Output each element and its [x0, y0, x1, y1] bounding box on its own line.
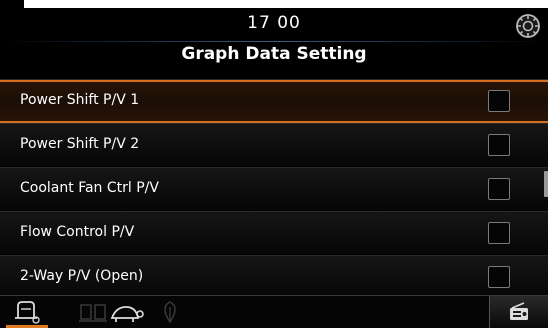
list-item-label: Power Shift P/V 2 — [20, 136, 140, 152]
checkbox[interactable] — [488, 90, 510, 112]
header-bar: 17 00 — [0, 8, 548, 42]
graph-data-list: Power Shift P/V 1 Power Shift P/V 2 Cool… — [0, 79, 548, 299]
list-item-label: Power Shift P/V 1 — [20, 92, 140, 108]
page-title: Graph Data Setting — [181, 44, 367, 64]
clock: 17 00 — [247, 13, 301, 33]
checkbox[interactable] — [488, 178, 510, 200]
list-item-flow-control-pv[interactable]: Flow Control P/V — [0, 211, 548, 255]
top-edge — [0, 0, 548, 8]
list-item-label: 2-Way P/V (Open) — [20, 268, 144, 284]
checkbox[interactable] — [488, 134, 510, 156]
radio-icon[interactable] — [489, 296, 548, 328]
settings-gear-icon[interactable] — [514, 12, 542, 40]
bottom-tab-bar — [0, 295, 548, 328]
list-item-power-shift-pv-2[interactable]: Power Shift P/V 2 — [0, 123, 548, 167]
list-item-2-way-pv-open[interactable]: 2-Way P/V (Open) — [0, 255, 548, 299]
checkbox[interactable] — [488, 222, 510, 244]
machine-settings-icon[interactable] — [6, 296, 48, 328]
list-item-label: Flow Control P/V — [20, 224, 135, 240]
list-item-label: Coolant Fan Ctrl P/V — [20, 180, 159, 196]
tortoise-speed-icon[interactable] — [104, 296, 148, 328]
ecology-icon[interactable] — [150, 296, 190, 328]
list-item-power-shift-pv-1[interactable]: Power Shift P/V 1 — [0, 79, 548, 123]
scrollbar[interactable] — [544, 171, 548, 197]
list-item-coolant-fan-ctrl-pv[interactable]: Coolant Fan Ctrl P/V — [0, 167, 548, 211]
checkbox[interactable] — [488, 266, 510, 288]
header-divider — [0, 41, 548, 42]
